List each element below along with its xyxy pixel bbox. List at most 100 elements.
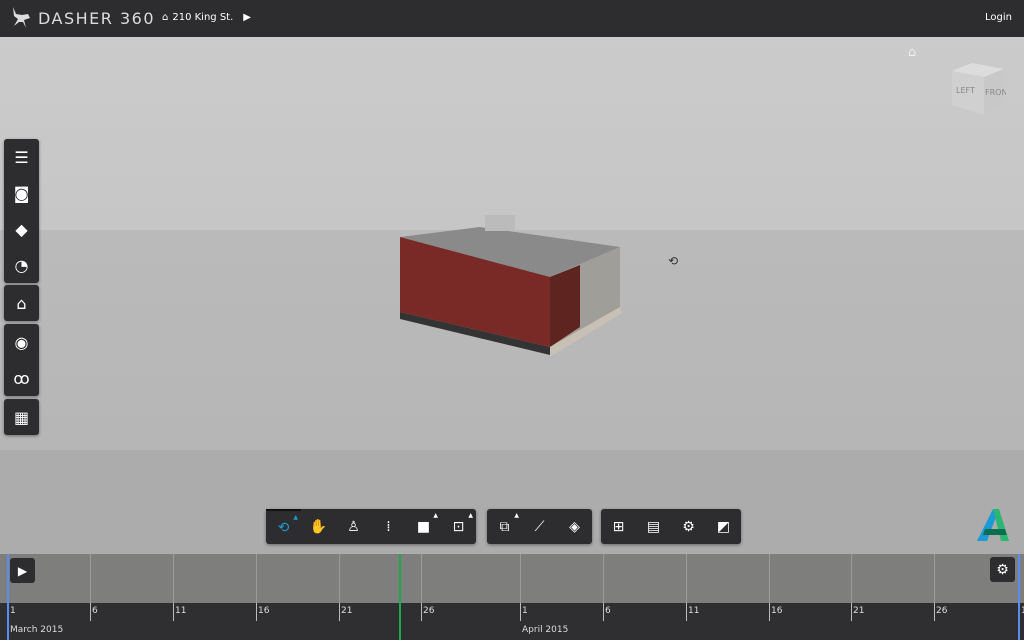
home-icon: ⌂ (16, 294, 26, 313)
model-tree-button[interactable]: ⊞ (601, 509, 636, 544)
play-button[interactable]: ▶ (10, 558, 35, 583)
timeline-tick (851, 603, 852, 621)
timeline-gridline (90, 554, 91, 603)
orbit-button[interactable]: ⟲▲ (266, 509, 301, 544)
viewcube-left-label: LEFT (956, 86, 975, 95)
timeline-tick (934, 603, 935, 621)
properties-button[interactable]: ▤ (636, 509, 671, 544)
timeline-tick (256, 603, 257, 621)
hierarchy-icon: ⊞ (613, 519, 625, 535)
gear-icon: ⚙ (996, 562, 1009, 578)
list-button[interactable]: ☰ (4, 139, 39, 175)
chevron-right-icon[interactable]: ▶ (243, 12, 251, 23)
sidebar-group-data: ☰ ◙ ◆ ◔ (4, 139, 39, 283)
timeline-tick-label: 1 (10, 606, 16, 616)
app-title: DASHER 360 (38, 9, 155, 28)
login-link[interactable]: Login (985, 12, 1012, 23)
camera-button[interactable]: ■▲ (406, 509, 441, 544)
viewcube-home-icon[interactable]: ⌂ (908, 45, 916, 60)
timeline-tick-label: 11 (175, 606, 186, 616)
timeline-gridline (851, 554, 852, 603)
timeline-gridline (769, 554, 770, 603)
sidebar-group-view: ◉ ꝏ (4, 324, 39, 396)
deer-logo-icon (10, 6, 32, 32)
gauge-button[interactable]: ◔ (4, 247, 39, 283)
timeline-gridline (934, 554, 935, 603)
timeline-tick (173, 603, 174, 621)
viewcube-front-label: FRONT (985, 88, 1006, 97)
sidebar-group-home: ⌂ (4, 285, 39, 321)
list-icon: ☰ (14, 148, 28, 167)
walk-button[interactable]: ♙ (336, 509, 371, 544)
timeline-gridline (256, 554, 257, 603)
first-person-button[interactable]: ⁞ (371, 509, 406, 544)
timeline-end-marker[interactable] (1018, 554, 1020, 640)
3d-viewport[interactable]: ⌂ LEFT FRONT ⟲ (0, 37, 1024, 554)
viewcube[interactable]: LEFT FRONT (948, 59, 1006, 119)
fullscreen-icon: ◩ (717, 519, 730, 535)
timeline-tick (520, 603, 521, 621)
measure-button[interactable]: ⟋ (522, 509, 557, 544)
timeline-tick (686, 603, 687, 621)
play-icon: ▶ (18, 564, 27, 578)
camera-icon: ■ (417, 519, 430, 535)
timeline-settings-button[interactable]: ⚙ (990, 557, 1015, 582)
timeline-gridline (339, 554, 340, 603)
timeline-tick-label: 21 (341, 606, 352, 616)
properties-icon: ▤ (647, 519, 660, 535)
timeline-tick-label: 11 (688, 606, 699, 616)
timeline-gridline (686, 554, 687, 603)
breadcrumb-project[interactable]: 210 King St. (172, 12, 233, 23)
top-bar: DASHER 360 ⌂ 210 King St. ▶ Login (0, 0, 1024, 37)
zoom-window-button[interactable]: ⊡▲ (441, 509, 476, 544)
zoom-window-icon: ⊡ (453, 519, 465, 535)
timeline[interactable]: 161116212616111621261 ▶ ⚙ March 2015 Apr… (0, 554, 1024, 640)
gauge-icon: ◔ (15, 256, 29, 275)
toolbar-model-tools: ⧉▲ ⟋ ◈ (487, 509, 592, 544)
timeline-start-marker[interactable] (7, 554, 9, 640)
timeline-gridline (173, 554, 174, 603)
section-box-icon: ⧉ (500, 519, 510, 535)
footsteps-icon: ⁞ (386, 519, 390, 535)
timeline-current-marker[interactable] (399, 554, 401, 640)
settings-button[interactable]: ⚙ (671, 509, 706, 544)
toolbar-navigation: ⟲▲ ✋ ♙ ⁞ ■▲ ⊡▲ (266, 509, 476, 544)
timeline-tick-label: 1 (522, 606, 528, 616)
timeline-tick-label: 26 (423, 606, 434, 616)
home-icon: ⌂ (162, 12, 168, 23)
timeline-tick (90, 603, 91, 621)
glasses-button[interactable]: ꝏ (4, 360, 39, 396)
month-label: March 2015 (10, 625, 63, 635)
sensor-button[interactable]: ◙ (4, 175, 39, 211)
timeline-gridline (421, 554, 422, 603)
person-icon: ♙ (347, 519, 360, 535)
eye-button[interactable]: ◉ (4, 324, 39, 360)
gear-icon: ⚙ (682, 519, 695, 535)
month-label: April 2015 (522, 625, 568, 635)
sidebar-group-film: ▦ (4, 399, 39, 435)
timeline-gridline (520, 554, 521, 603)
sensor-icon: ◙ (14, 184, 30, 203)
pan-button[interactable]: ✋ (301, 509, 336, 544)
timeline-tick-label: 16 (258, 606, 269, 616)
fullscreen-button[interactable]: ◩ (706, 509, 741, 544)
timeline-tick (339, 603, 340, 621)
tag-button[interactable]: ◆ (4, 211, 39, 247)
film-button[interactable]: ▦ (4, 399, 39, 435)
timeline-tick-label: 16 (771, 606, 782, 616)
section-button[interactable]: ⧉▲ (487, 509, 522, 544)
timeline-gridline (603, 554, 604, 603)
toolbar-settings: ⊞ ▤ ⚙ ◩ (601, 509, 741, 544)
building-model[interactable] (390, 207, 630, 367)
timeline-track[interactable] (0, 554, 1024, 603)
timeline-tick-label: 21 (853, 606, 864, 616)
timeline-tick-label: 6 (92, 606, 98, 616)
timeline-scale (0, 603, 1024, 640)
explode-cube-icon: ◈ (569, 519, 580, 535)
timeline-tick (769, 603, 770, 621)
explode-button[interactable]: ◈ (557, 509, 592, 544)
breadcrumb[interactable]: ⌂ 210 King St. ▶ (162, 12, 251, 23)
autodesk-logo-icon (975, 507, 1011, 543)
timeline-tick-label: 6 (605, 606, 611, 616)
home-button[interactable]: ⌂ (4, 285, 39, 321)
